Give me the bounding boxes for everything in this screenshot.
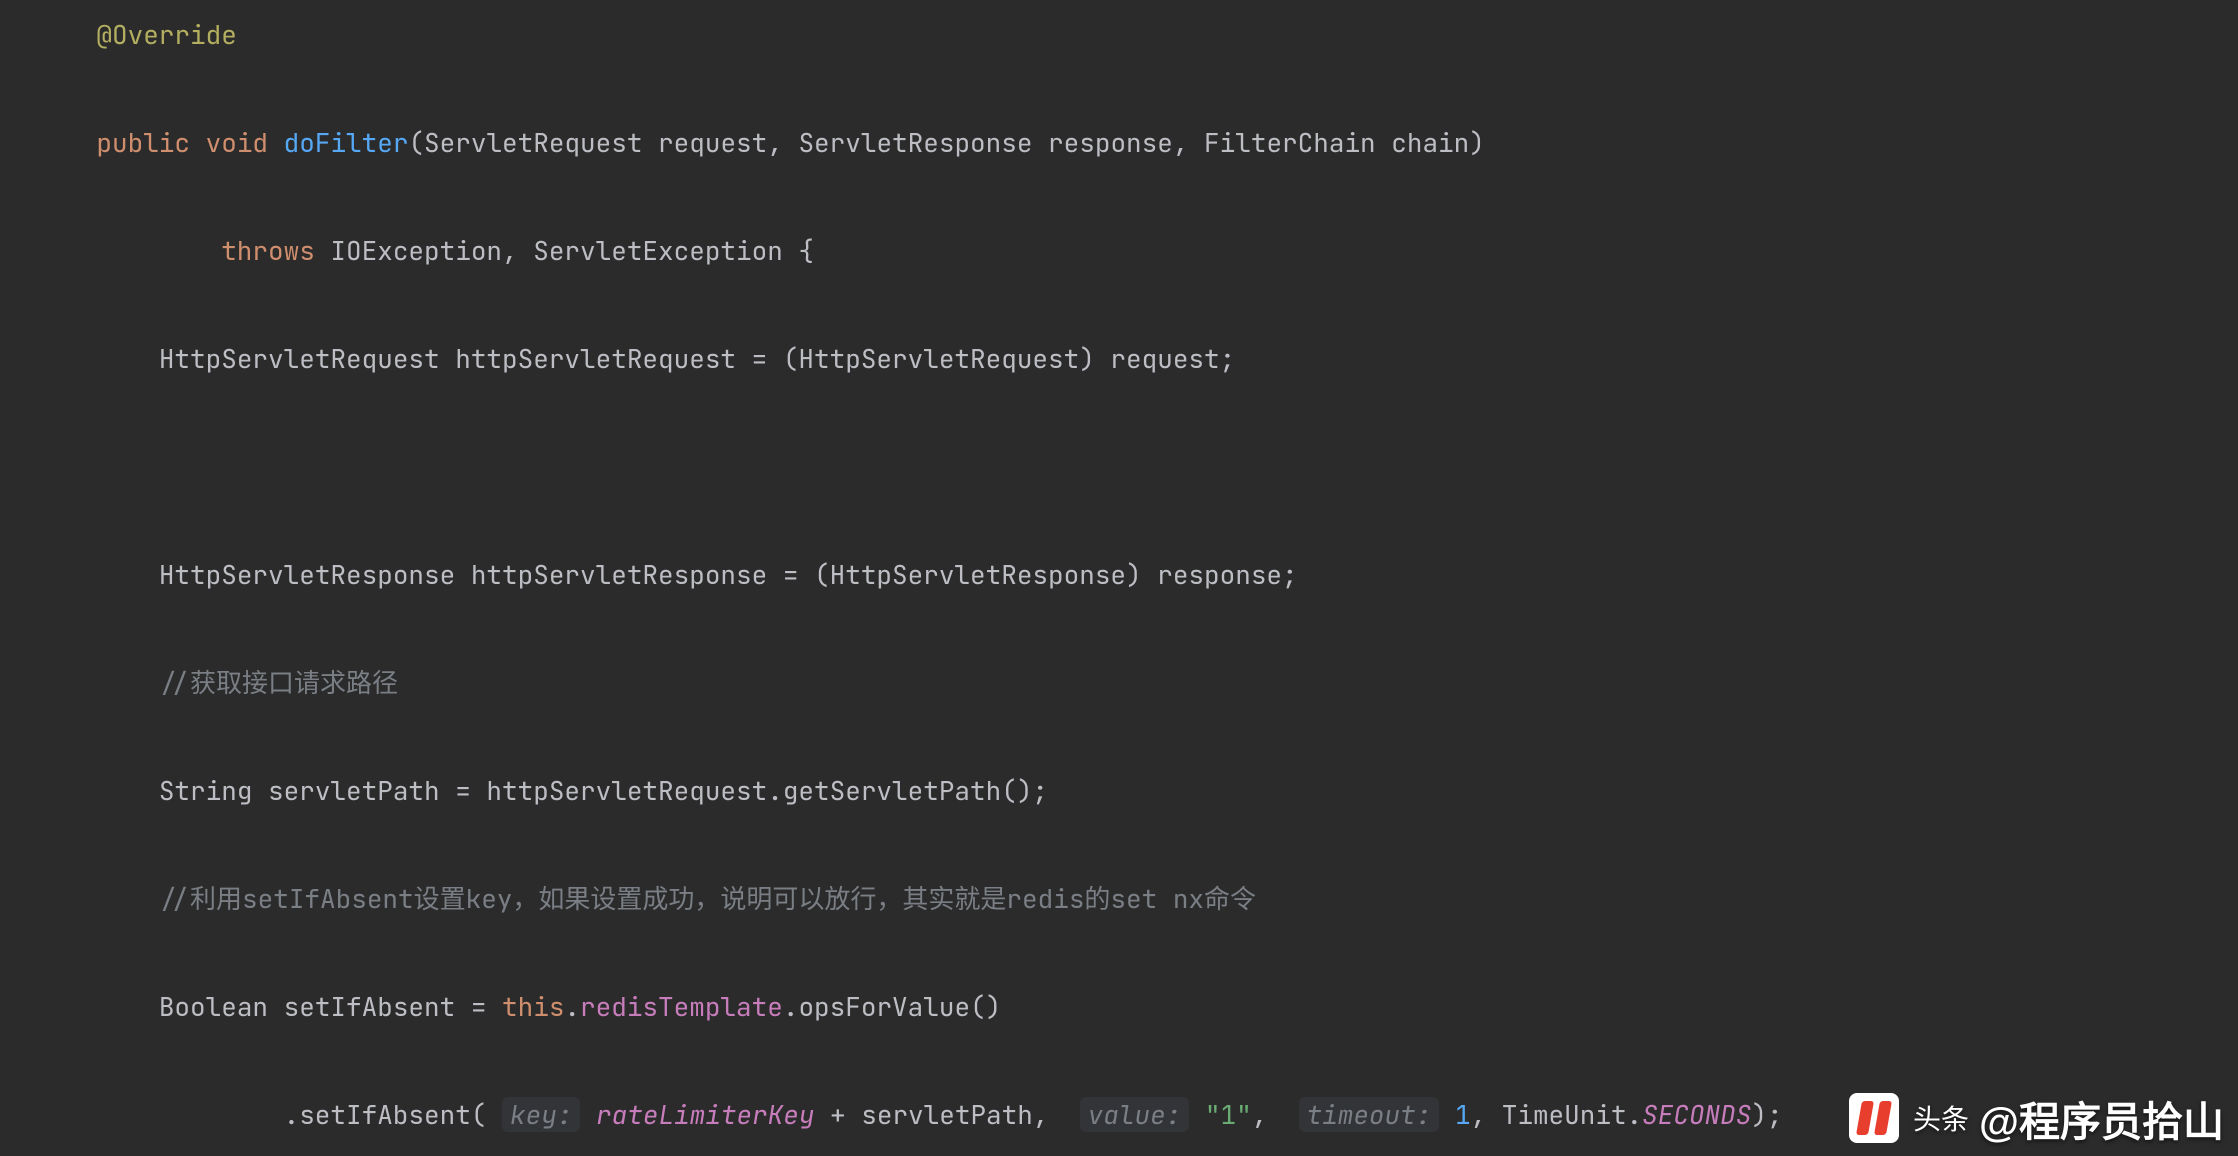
code-token [34, 773, 159, 808]
code-token [34, 1097, 284, 1132]
keyword-this: this [502, 989, 564, 1024]
number-literal: 1 [1455, 1097, 1471, 1132]
line-servlet-path: String servletPath = httpServletRequest.… [159, 773, 1048, 808]
watermark-prefix: 头条 [1913, 1098, 1969, 1138]
param-hint-value: value: [1080, 1097, 1190, 1132]
code-token [34, 233, 221, 268]
code-token [34, 125, 96, 160]
code-token [34, 989, 159, 1024]
keyword-throws: throws [221, 233, 315, 268]
arg-rate-limiter-key: rateLimiterKey [596, 1097, 814, 1132]
line-response-cast: HttpServletResponse httpServletResponse … [159, 557, 1298, 592]
watermark: 头条 @程序员拾山 [1849, 1088, 2224, 1148]
set-lhs: Boolean setIfAbsent = [159, 989, 502, 1024]
code-token [34, 881, 159, 916]
code-token [34, 557, 159, 592]
code-token [34, 665, 159, 700]
code-token [34, 17, 96, 52]
toutiao-logo-icon [1849, 1093, 1899, 1143]
string-literal: "1" [1205, 1097, 1252, 1132]
code-token [34, 341, 159, 376]
ops-for-value: .opsForValue() [783, 989, 1001, 1024]
keyword-public: public [96, 125, 190, 160]
comment: //获取接口请求路径 [159, 665, 398, 700]
param-hint-key: key: [502, 1097, 580, 1132]
method-params: (ServletRequest request, ServletResponse… [408, 125, 1484, 160]
field-redis-template: redisTemplate [580, 989, 783, 1024]
method-name: doFilter [284, 125, 409, 160]
constant-seconds: SECONDS [1642, 1097, 1751, 1132]
line-request-cast: HttpServletRequest httpServletRequest = … [159, 341, 1235, 376]
keyword-void: void [206, 125, 268, 160]
watermark-handle: @程序员拾山 [1979, 1088, 2224, 1148]
comment: //利用setIfAbsent设置key，如果设置成功，说明可以放行，其实就是r… [159, 881, 1256, 916]
set-if-absent-call: .setIfAbsent( [284, 1097, 487, 1132]
annotation: @Override [96, 17, 236, 52]
throws-list: IOException, ServletException { [330, 233, 814, 268]
param-hint-timeout: timeout: [1299, 1097, 1440, 1132]
code-editor: @Override public void doFilter(ServletRe… [0, 0, 2238, 1156]
